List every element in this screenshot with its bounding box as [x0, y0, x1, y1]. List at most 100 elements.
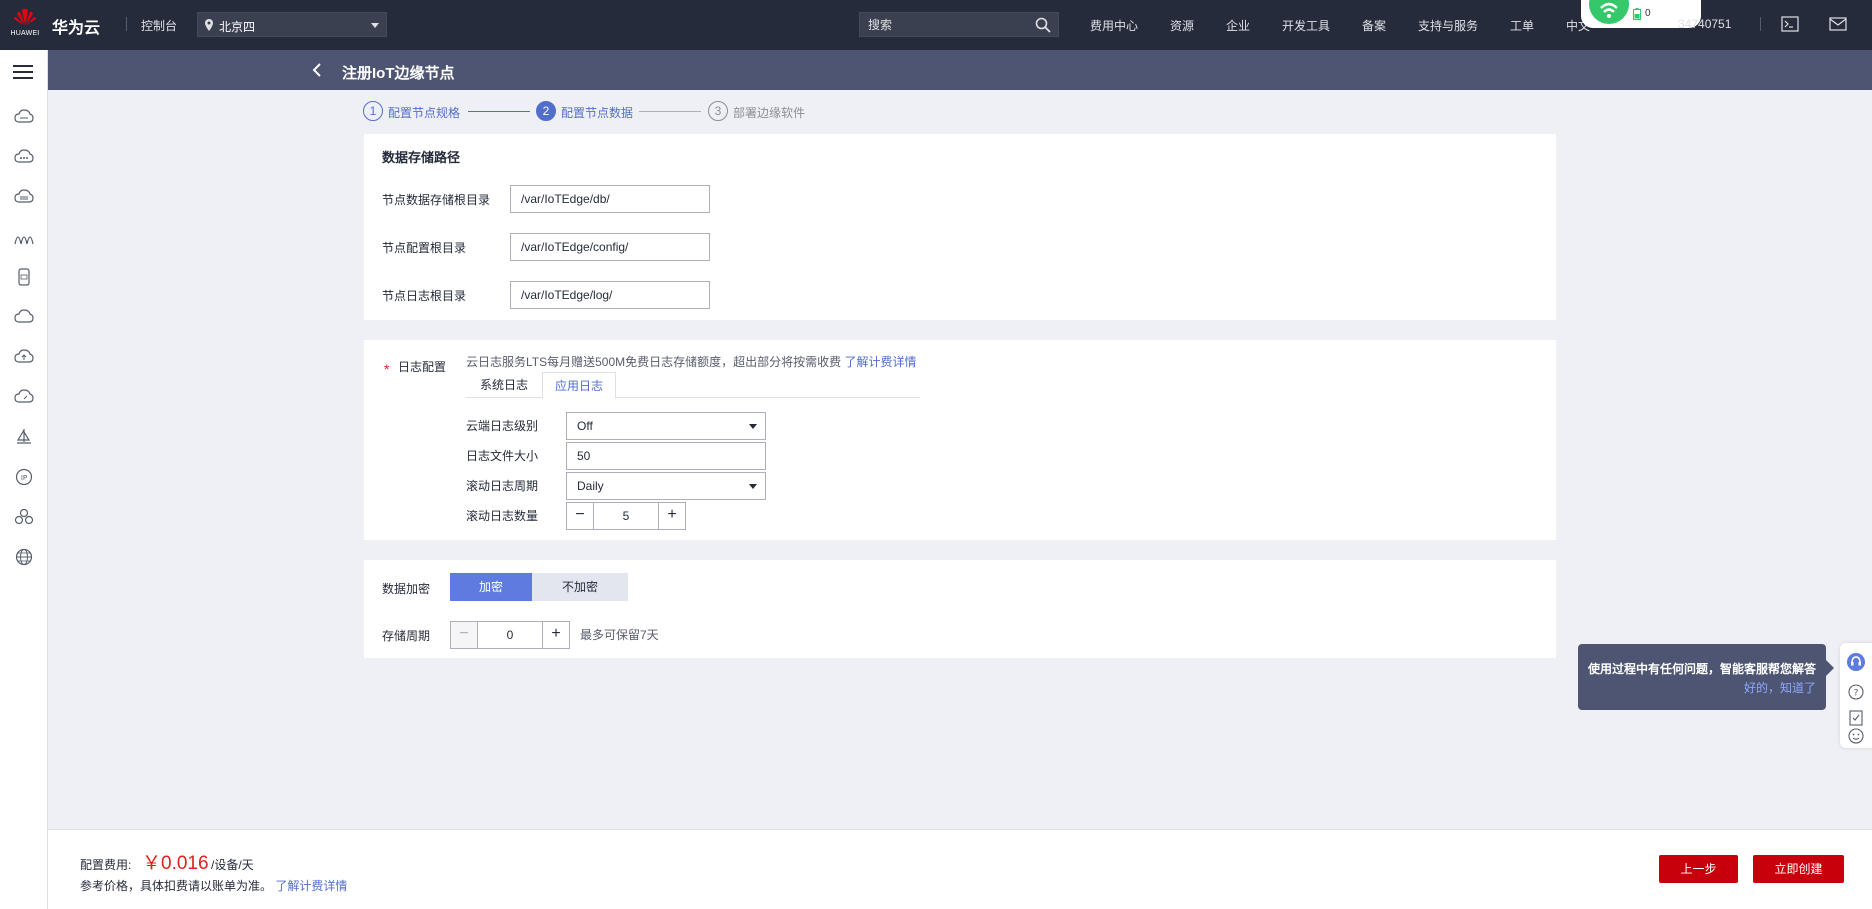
fee-amount: ￥0.016 [142, 853, 209, 874]
fee-note: 参考价格，具体扣费请以账单为准。 [80, 879, 273, 893]
helper-tooltip: 使用过程中有任何问题，智能客服帮您解答 好的，知道了 [1578, 644, 1834, 710]
tab-app-log[interactable]: 应用日志 [542, 372, 616, 399]
fee-details-link[interactable]: 了解计费详情 [275, 879, 347, 893]
config-path-input[interactable]: /var/IoTEdge/config/ [510, 233, 710, 261]
log-path-input[interactable]: /var/IoTEdge/log/ [510, 281, 710, 309]
feedback-icon[interactable] [1847, 709, 1865, 727]
nav-dev-tools[interactable]: 开发工具 [1282, 17, 1330, 34]
search-input[interactable] [868, 16, 1028, 34]
retention-value[interactable]: 0 [477, 622, 543, 648]
menu-icon[interactable] [13, 64, 33, 80]
data-encryption-label: 数据加密 [382, 582, 431, 596]
nav-billing-center[interactable]: 费用中心 [1090, 17, 1138, 34]
cluster-icon[interactable] [14, 508, 34, 526]
fee-unit: /设备/天 [211, 858, 254, 872]
back-arrow-icon[interactable] [310, 62, 324, 78]
divider [1760, 17, 1761, 31]
nav-support[interactable]: 支持与服务 [1418, 17, 1478, 34]
db-path-input[interactable]: /var/IoTEdge/db/ [510, 185, 710, 213]
step-connector [468, 111, 530, 112]
rolling-count-label: 滚动日志数量 [466, 509, 539, 523]
rolling-period-value: Daily [577, 479, 604, 493]
console-link[interactable]: 控制台 [141, 17, 177, 34]
sailboat-icon[interactable] [14, 428, 34, 446]
encryption-card: 数据加密 加密 不加密 存储周期 − 0 + 最多可保留7天 [364, 560, 1556, 658]
iot-bridge-icon[interactable] [14, 228, 34, 246]
huawei-logo[interactable]: HUAWEI [10, 8, 40, 40]
cloud-network-icon[interactable] [14, 148, 34, 166]
nav-icp-filing[interactable]: 备案 [1362, 17, 1386, 34]
nav-resources[interactable]: 资源 [1170, 17, 1194, 34]
log-file-size-label: 日志文件大小 [466, 449, 539, 463]
cloud-server-icon[interactable] [14, 108, 34, 126]
fee-label: 配置费用: [80, 858, 132, 872]
divider [126, 17, 127, 31]
smile-icon[interactable] [1847, 727, 1865, 745]
log-level-value: Off [577, 419, 593, 433]
dismiss-link[interactable]: 好的，知道了 [1744, 679, 1816, 696]
tooltip-arrow [1826, 660, 1834, 676]
search-box[interactable] [859, 12, 1059, 37]
rolling-count-stepper: − 5 + [566, 502, 686, 530]
help-icon[interactable]: ? [1847, 683, 1865, 701]
terminal-icon[interactable] [1781, 16, 1799, 32]
helper-message: 使用过程中有任何问题，智能客服帮您解答 [1588, 662, 1817, 676]
svg-text:?: ? [1854, 689, 1859, 699]
brand-name[interactable]: 华为云 [52, 14, 100, 38]
step-1-label: 配置节点规格 [388, 106, 461, 120]
log-config-label: 日志配置 [398, 360, 447, 374]
section-title: 数据存储路径 [382, 150, 461, 165]
step-3-number: 3 [708, 101, 728, 121]
wizard-steps: 1 配置节点规格 2 配置节点数据 3 部署边缘软件 [363, 101, 1023, 123]
retention-period-label: 存储周期 [382, 629, 431, 643]
search-icon[interactable] [1035, 17, 1051, 33]
wifi-count: 0 [1645, 8, 1651, 19]
log-config-card: * 日志配置 云日志服务LTS每月赠送500M免费日志存储额度，超出部分将按需收… [364, 340, 1556, 540]
prev-step-button[interactable]: 上一步 [1659, 855, 1738, 883]
no-encrypt-option[interactable]: 不加密 [532, 573, 628, 601]
log-level-select[interactable]: Off [566, 412, 766, 440]
cloud-storage-icon[interactable] [14, 188, 34, 206]
decrement-button[interactable]: − [567, 503, 593, 529]
rolling-period-label: 滚动日志周期 [466, 479, 539, 493]
step-1-number: 1 [363, 101, 383, 121]
mail-icon[interactable] [1829, 16, 1847, 32]
rolling-period-select[interactable]: Daily [566, 472, 766, 500]
caret-down-icon [749, 424, 757, 429]
billing-details-link[interactable]: 了解计费详情 [844, 355, 916, 369]
battery-icon [1633, 8, 1641, 20]
nav-enterprise[interactable]: 企业 [1226, 17, 1250, 34]
tab-system-log[interactable]: 系统日志 [466, 372, 542, 398]
chevron-down-icon [371, 23, 379, 28]
account-name[interactable]: 34740751 [1678, 17, 1731, 31]
increment-button[interactable]: + [659, 503, 685, 529]
right-helper-rail: ? [1840, 643, 1872, 748]
globe-icon[interactable] [14, 548, 34, 566]
step-connector [639, 111, 701, 112]
storage-path-card: 数据存储路径 节点数据存储根目录 /var/IoTEdge/db/ 节点配置根目… [364, 134, 1556, 320]
step-2-number: 2 [536, 101, 556, 121]
caret-down-icon [749, 484, 757, 489]
nav-tickets[interactable]: 工单 [1510, 17, 1534, 34]
encrypt-option[interactable]: 加密 [450, 573, 532, 601]
cloud-log-level-label: 云端日志级别 [466, 419, 539, 433]
customer-service-icon[interactable] [1847, 653, 1865, 671]
page-header: 注册IoT边缘节点 [48, 50, 1872, 90]
log-file-size-input[interactable]: 50 [566, 442, 766, 470]
wifi-icon [1589, 0, 1629, 24]
location-pin-icon [205, 19, 213, 31]
page-title: 注册IoT边缘节点 [342, 65, 455, 82]
create-now-button[interactable]: 立即创建 [1753, 855, 1844, 883]
device-icon[interactable] [14, 268, 34, 286]
cloud-icon[interactable] [14, 308, 34, 326]
decrement-button[interactable]: − [451, 622, 477, 648]
region-selector[interactable]: 北京四 [197, 12, 387, 37]
cloud-upload-icon[interactable] [14, 348, 34, 366]
rolling-count-value[interactable]: 5 [593, 503, 659, 529]
cloud-speed-icon[interactable] [14, 388, 34, 406]
increment-button[interactable]: + [543, 622, 569, 648]
ip-icon[interactable]: IP [14, 468, 34, 486]
config-path-label: 节点配置根目录 [382, 241, 467, 255]
svg-text:IP: IP [21, 474, 27, 482]
lts-note: 云日志服务LTS每月赠送500M免费日志存储额度，超出部分将按需收费 [466, 355, 842, 369]
